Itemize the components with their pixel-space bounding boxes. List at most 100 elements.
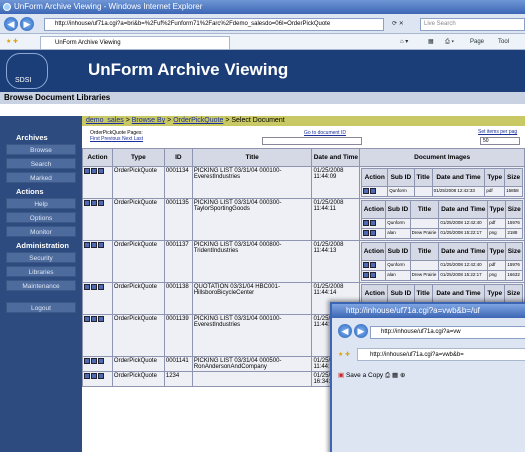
sidebar-item-marked[interactable]: Marked [6,172,76,183]
sub-column-header: Date and Time [431,284,486,303]
sub-table: ActionSub IDTitleDate and TimeTypeSizeQu… [361,242,523,281]
view-icon[interactable] [84,316,90,322]
popup-print-icon[interactable]: ⎙ ▦ ⊕ [385,372,405,379]
column-header: Title [191,148,313,167]
sidebar-head-administration: Administration [16,241,69,250]
sub-download-icon[interactable] [370,262,377,268]
refresh-icon[interactable]: ⟳ ✕ [392,19,404,29]
sidebar-item-browse[interactable]: Browse [6,144,76,155]
sub-row: Qunform 01/25/2008 12:42:40 pdf 15976 [361,260,523,271]
sidebar-item-monitor[interactable]: Monitor [6,226,76,237]
sub-actions [361,228,387,239]
view-icon[interactable] [84,242,90,248]
sub-cell: png [487,270,507,281]
sub-column-header: Action [361,242,387,261]
view-icon[interactable] [84,373,90,379]
crumb-browse-by[interactable]: Browse By [132,117,165,124]
favorites-icon[interactable]: ★ ✚ [6,37,18,47]
popup-favorites-icon[interactable]: ★ ✚ [338,350,350,360]
mark-icon[interactable] [91,373,97,379]
goto-doc-link[interactable]: Go to document ID [304,130,346,136]
view-icon[interactable] [84,284,90,290]
browser-tab[interactable]: UnForm Archive Viewing [40,36,230,49]
row-id: 0001138 [163,282,193,315]
address-bar[interactable]: http://inhouse/uf71a.cgi?a=bri&b=%2Fuf%2… [44,18,384,31]
row-actions [82,371,113,387]
download-icon[interactable] [98,373,104,379]
forward-icon[interactable]: ▶ [20,17,34,31]
row-type: OrderPickQuote [111,356,165,372]
sub-column-header: Size [505,242,523,261]
popup-forward-icon[interactable]: ▶ [354,324,368,338]
mark-icon[interactable] [91,168,97,174]
per-page-select[interactable]: 50 [480,137,520,145]
save-copy-icon[interactable]: ▣ [338,372,344,379]
sub-view-icon[interactable] [363,220,370,226]
row-id: 1234 [163,371,193,387]
popup-address-bar[interactable]: http://inhouse/uf71a.cgi?a=vw [370,326,525,339]
sidebar-item-search[interactable]: Search [6,158,76,169]
sub-view-icon[interactable] [363,188,370,194]
sidebar-item-libraries[interactable]: Libraries [6,266,76,277]
popup-tab[interactable]: http://inhouse/uf71a.cgi?a=vwb&b= [357,348,525,361]
sidebar-item-security[interactable]: Security [6,252,76,263]
sub-view-icon[interactable] [363,272,370,278]
download-icon[interactable] [98,200,104,206]
crumb-type[interactable]: OrderPickQuote [173,117,223,124]
crumb-current: Select Document [231,117,285,124]
goto-doc-input[interactable] [262,137,362,145]
per-page-link[interactable]: Set items per pag [478,129,517,135]
live-search-input[interactable]: Live Search [420,18,525,31]
tools-menu[interactable]: Tool [498,37,509,47]
download-icon[interactable] [98,358,104,364]
row-type: OrderPickQuote [111,282,165,315]
row-datetime: 01/25/2008 11:44:11 [311,198,361,241]
save-copy-button[interactable]: Save a Copy [346,372,383,379]
column-header: ID [163,148,193,167]
sub-actions [361,270,387,281]
address-row: ◀ ▶ http://inhouse/uf71a.cgi?a=bri&b=%2F… [0,14,525,34]
feeds-icon[interactable]: ▦ [428,37,434,47]
sub-column-header: Date and Time [438,242,489,261]
sub-column-header: Action [361,284,389,303]
view-icon[interactable] [84,200,90,206]
view-icon[interactable] [84,168,90,174]
print-icon[interactable]: ⎙ ▾ [445,37,454,47]
sidebar-item-maintenance[interactable]: Maintenance [6,280,76,291]
sub-column-header: Type [484,168,506,187]
sub-view-icon[interactable] [363,262,370,268]
page-menu[interactable]: Page [470,37,484,47]
sub-cell: pdf [487,260,507,271]
sub-column-header: Date and Time [438,200,489,219]
popup-window[interactable]: http://inhouse/uf71a.cgi?a=vwb&b=/uf ◀ ▶… [330,302,525,452]
sub-download-icon[interactable] [370,272,377,278]
sub-actions [361,218,387,229]
download-icon[interactable] [98,284,104,290]
sub-row: Qunform 01/25/2008 12:42:33 pdf 15858 [361,186,523,197]
sub-cell [413,186,433,197]
download-icon[interactable] [98,242,104,248]
mark-icon[interactable] [91,316,97,322]
view-icon[interactable] [84,358,90,364]
sidebar-item-options[interactable]: Options [6,212,76,223]
download-icon[interactable] [98,168,104,174]
sub-download-icon[interactable] [370,188,377,194]
mark-icon[interactable] [91,284,97,290]
sub-download-icon[interactable] [370,230,377,236]
mark-icon[interactable] [91,200,97,206]
logout-button[interactable]: Logout [6,302,76,313]
mark-icon[interactable] [91,358,97,364]
sub-view-icon[interactable] [363,230,370,236]
row-id: 0001135 [163,198,193,241]
mark-icon[interactable] [91,242,97,248]
page-nav-links[interactable]: First Previous Next Last [90,136,143,142]
sub-cell: Drew Prairie [409,228,440,239]
back-icon[interactable]: ◀ [4,17,18,31]
crumb-library[interactable]: demo_sales [86,117,124,124]
sidebar-item-help[interactable]: Help [6,198,76,209]
popup-back-icon[interactable]: ◀ [338,324,352,338]
sub-column-header: Size [504,284,523,303]
download-icon[interactable] [98,316,104,322]
home-icon[interactable]: ⌂ ▾ [400,37,408,47]
sub-download-icon[interactable] [370,220,377,226]
